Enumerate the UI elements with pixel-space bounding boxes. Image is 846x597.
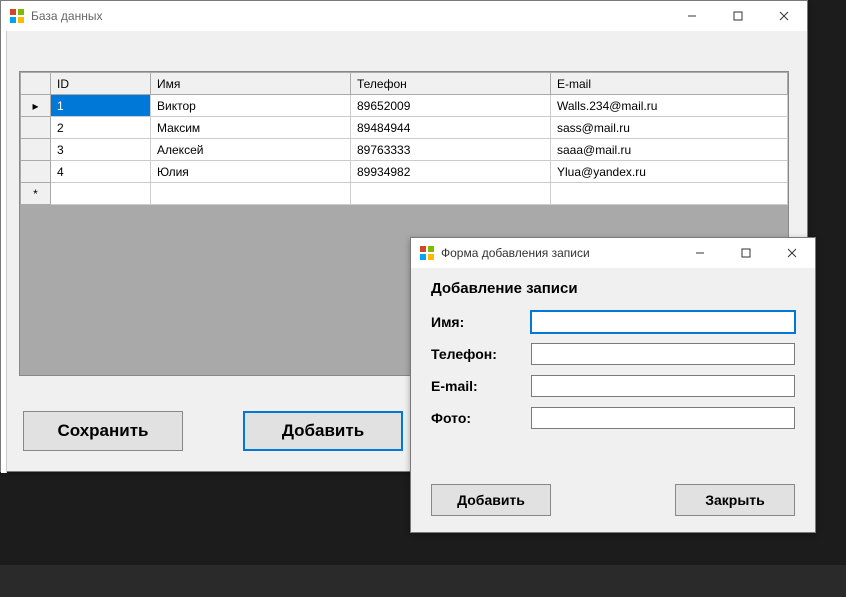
maximize-icon bbox=[733, 11, 743, 21]
table-row[interactable]: ▸1Виктор89652009Walls.234@mail.ru bbox=[21, 95, 788, 117]
main-button-row: Сохранить Добавить bbox=[23, 411, 403, 451]
datagrid[interactable]: ID Имя Телефон E-mail ▸1Виктор89652009Wa… bbox=[20, 72, 788, 205]
dialog-maximize-button[interactable] bbox=[723, 238, 769, 268]
dialog-window: Форма добавления записи Добавление запис… bbox=[410, 237, 816, 533]
row-indicator[interactable] bbox=[21, 117, 51, 139]
rowheader-corner[interactable] bbox=[21, 73, 51, 95]
dialog-minimize-button[interactable] bbox=[677, 238, 723, 268]
cell-phone[interactable]: 89484944 bbox=[351, 117, 551, 139]
app-icon bbox=[419, 245, 435, 261]
cell-name[interactable]: Алексей bbox=[151, 139, 351, 161]
cell-name[interactable]: Максим bbox=[151, 117, 351, 139]
background-bottom-strip bbox=[0, 565, 846, 597]
col-email[interactable]: E-mail bbox=[551, 73, 788, 95]
label-name: Имя: bbox=[431, 314, 531, 330]
row-indicator[interactable] bbox=[21, 161, 51, 183]
cell-email[interactable]: Ylua@yandex.ru bbox=[551, 161, 788, 183]
dialog-body: Добавление записи Имя: Телефон: E-mail: … bbox=[411, 268, 815, 451]
table-row[interactable]: 2Максим89484944sass@mail.ru bbox=[21, 117, 788, 139]
label-phone: Телефон: bbox=[431, 346, 531, 362]
empty-cell[interactable] bbox=[351, 183, 551, 205]
add-button-main[interactable]: Добавить bbox=[243, 411, 403, 451]
minimize-icon bbox=[695, 248, 705, 258]
label-email: E-mail: bbox=[431, 378, 531, 394]
empty-cell[interactable] bbox=[151, 183, 351, 205]
new-row[interactable]: * bbox=[21, 183, 788, 205]
empty-cell[interactable] bbox=[551, 183, 788, 205]
cell-email[interactable]: Walls.234@mail.ru bbox=[551, 95, 788, 117]
input-email[interactable] bbox=[531, 375, 795, 397]
main-titlebar[interactable]: База данных bbox=[1, 1, 807, 31]
empty-cell[interactable] bbox=[51, 183, 151, 205]
input-photo[interactable] bbox=[531, 407, 795, 429]
save-button[interactable]: Сохранить bbox=[23, 411, 183, 451]
col-name[interactable]: Имя bbox=[151, 73, 351, 95]
col-id[interactable]: ID bbox=[51, 73, 151, 95]
left-edge-sliver bbox=[1, 31, 7, 473]
cell-phone[interactable]: 89934982 bbox=[351, 161, 551, 183]
cell-id[interactable]: 2 bbox=[51, 117, 151, 139]
form-row-name: Имя: bbox=[431, 311, 795, 333]
cell-email[interactable]: saaa@mail.ru bbox=[551, 139, 788, 161]
cell-name[interactable]: Юлия bbox=[151, 161, 351, 183]
minimize-icon bbox=[687, 11, 697, 21]
cell-email[interactable]: sass@mail.ru bbox=[551, 117, 788, 139]
table-row[interactable]: 3Алексей89763333saaa@mail.ru bbox=[21, 139, 788, 161]
maximize-button[interactable] bbox=[715, 1, 761, 31]
close-button[interactable] bbox=[761, 1, 807, 31]
main-window-title: База данных bbox=[31, 9, 102, 23]
dialog-close-button[interactable] bbox=[769, 238, 815, 268]
cell-name[interactable]: Виктор bbox=[151, 95, 351, 117]
form-row-phone: Телефон: bbox=[431, 343, 795, 365]
col-phone[interactable]: Телефон bbox=[351, 73, 551, 95]
form-row-photo: Фото: bbox=[431, 407, 795, 429]
label-photo: Фото: bbox=[431, 410, 531, 426]
dialog-window-title: Форма добавления записи bbox=[441, 246, 590, 260]
app-icon bbox=[9, 8, 25, 24]
form-row-email: E-mail: bbox=[431, 375, 795, 397]
dialog-close-button-bottom[interactable]: Закрыть bbox=[675, 484, 795, 516]
cell-id[interactable]: 3 bbox=[51, 139, 151, 161]
datagrid-header-row: ID Имя Телефон E-mail bbox=[21, 73, 788, 95]
close-icon bbox=[779, 11, 789, 21]
table-row[interactable]: 4Юлия89934982Ylua@yandex.ru bbox=[21, 161, 788, 183]
cell-phone[interactable]: 89652009 bbox=[351, 95, 551, 117]
row-indicator[interactable] bbox=[21, 139, 51, 161]
dialog-add-button[interactable]: Добавить bbox=[431, 484, 551, 516]
close-icon bbox=[787, 248, 797, 258]
minimize-button[interactable] bbox=[669, 1, 715, 31]
new-row-indicator[interactable]: * bbox=[21, 183, 51, 205]
dialog-titlebar[interactable]: Форма добавления записи bbox=[411, 238, 815, 268]
cell-id[interactable]: 1 bbox=[51, 95, 151, 117]
input-phone[interactable] bbox=[531, 343, 795, 365]
dialog-button-row: Добавить Закрыть bbox=[431, 484, 795, 516]
input-name[interactable] bbox=[531, 311, 795, 333]
row-indicator[interactable]: ▸ bbox=[21, 95, 51, 117]
dialog-heading: Добавление записи bbox=[431, 280, 795, 297]
cell-phone[interactable]: 89763333 bbox=[351, 139, 551, 161]
cell-id[interactable]: 4 bbox=[51, 161, 151, 183]
maximize-icon bbox=[741, 248, 751, 258]
